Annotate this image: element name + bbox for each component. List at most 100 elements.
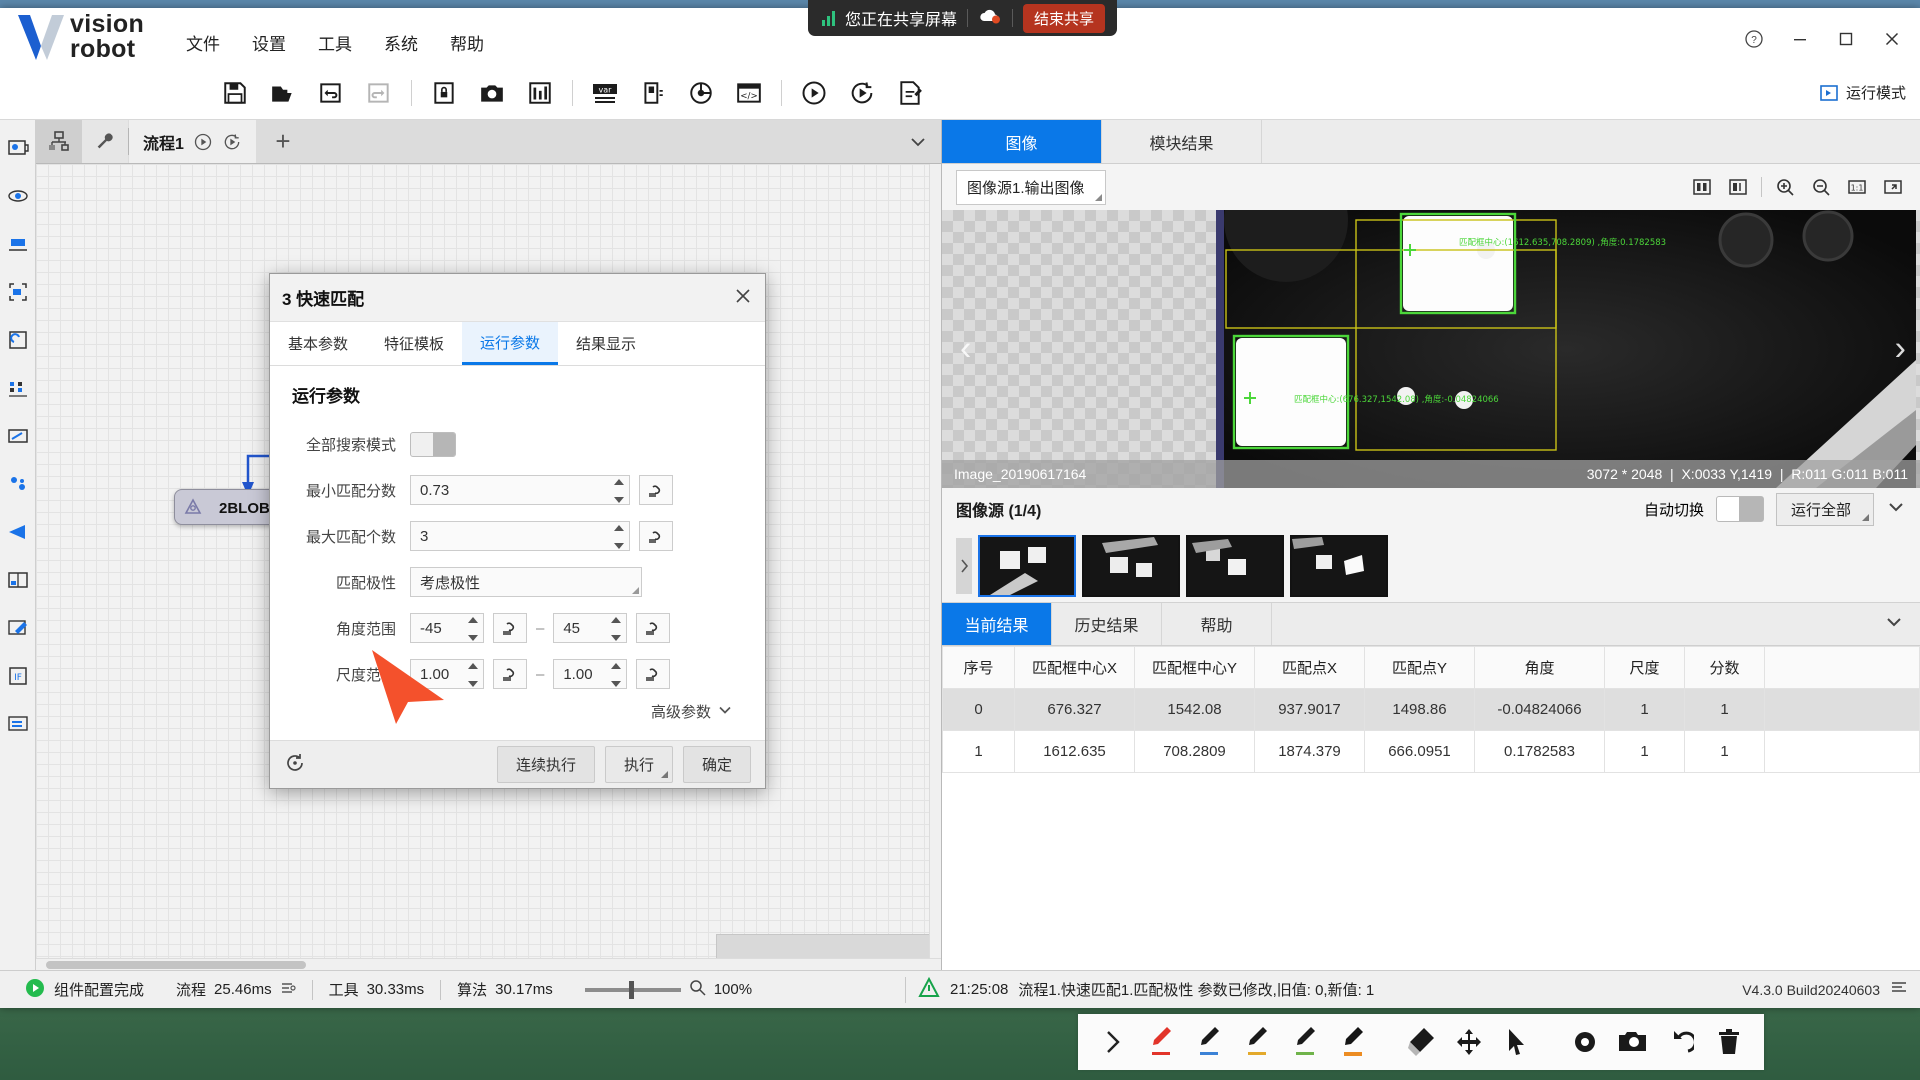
rail-icon-condition[interactable]: IF — [1, 652, 35, 700]
run-mode-button[interactable]: 运行模式 — [1819, 82, 1906, 103]
lock-icon[interactable] — [421, 72, 467, 114]
rail-icon-fitting[interactable] — [1, 412, 35, 460]
reset-icon[interactable] — [284, 752, 306, 778]
pointer-icon[interactable] — [1496, 1020, 1538, 1064]
rail-icon-display[interactable] — [1, 556, 35, 604]
tab-current-results[interactable]: 当前结果 — [942, 603, 1052, 645]
thumbnail-2[interactable] — [1082, 535, 1180, 597]
script-icon[interactable]: </> — [726, 72, 772, 114]
canvas-vertical-scrollbar[interactable] — [929, 164, 941, 958]
undo-icon[interactable] — [308, 72, 354, 114]
angle-max-input[interactable]: 45 — [553, 613, 628, 643]
canvas-horizontal-scrollbar[interactable] — [36, 958, 941, 970]
menu-file[interactable]: 文件 — [170, 26, 236, 59]
wrench-icon[interactable] — [82, 120, 128, 163]
tab-image[interactable]: 图像 — [942, 120, 1102, 163]
tab-history-results[interactable]: 历史结果 — [1052, 603, 1162, 645]
rail-icon-communication[interactable] — [1, 508, 35, 556]
end-share-button[interactable]: 结束共享 — [1023, 3, 1106, 33]
thumbnail-1[interactable] — [978, 535, 1076, 597]
eraser-icon[interactable] — [1400, 1020, 1442, 1064]
confirm-button[interactable]: 确定 — [682, 746, 751, 783]
angle-min-input[interactable]: -45 — [410, 613, 484, 643]
redo-icon[interactable] — [356, 72, 402, 114]
thumbnail-4[interactable] — [1290, 535, 1388, 597]
tab-basic-params[interactable]: 基本参数 — [270, 322, 366, 365]
help-circle-icon[interactable]: ? — [1732, 22, 1776, 56]
link-chain-icon[interactable] — [639, 521, 673, 551]
run-icon[interactable] — [24, 977, 46, 1003]
close-icon[interactable] — [1870, 22, 1914, 56]
run-icon[interactable] — [791, 72, 837, 114]
trash-icon[interactable] — [1708, 1020, 1750, 1064]
fullscreen-icon[interactable] — [1880, 174, 1906, 200]
flow-tab-1[interactable]: 流程1 — [129, 120, 256, 163]
table-row[interactable]: 1 1612.635 708.2809 1874.379 666.0951 0.… — [942, 730, 1920, 773]
spinner-icon[interactable] — [613, 525, 625, 549]
menu-help[interactable]: 帮助 — [434, 26, 500, 59]
report-icon[interactable] — [887, 72, 933, 114]
rail-icon-logic[interactable] — [1, 460, 35, 508]
menu-settings[interactable]: 设置 — [236, 26, 302, 59]
menu-system[interactable]: 系统 — [368, 26, 434, 59]
device-icon[interactable] — [630, 72, 676, 114]
scale-min-input[interactable]: 1.00 — [410, 659, 484, 689]
histogram-icon[interactable] — [517, 72, 563, 114]
chevron-left-icon[interactable]: ‹ — [960, 330, 971, 369]
tab-help[interactable]: 帮助 — [1162, 603, 1272, 645]
scale-max-input[interactable]: 1.00 — [553, 659, 628, 689]
thumbnail-3[interactable] — [1186, 535, 1284, 597]
rail-icon-region[interactable] — [1, 268, 35, 316]
image-source-selector[interactable]: 图像源1.输出图像 — [956, 169, 1106, 205]
spinner-icon[interactable] — [610, 663, 622, 687]
fit-view-icon[interactable] — [1725, 174, 1751, 200]
rail-icon-calibrate[interactable] — [1, 364, 35, 412]
min-score-input[interactable]: 0.73 — [410, 475, 630, 505]
add-flow-tab-button[interactable]: + — [255, 120, 310, 163]
spotlight-icon[interactable] — [1564, 1020, 1606, 1064]
continuous-run-button[interactable]: 连续执行 — [496, 746, 595, 783]
tab-run-params[interactable]: 运行参数 — [462, 322, 559, 365]
camera-icon[interactable] — [469, 72, 515, 114]
auto-switch-toggle[interactable] — [1715, 496, 1764, 522]
max-count-input[interactable]: 3 — [410, 521, 630, 551]
rail-icon-measure[interactable] — [1, 220, 35, 268]
zoom-out-icon[interactable] — [1808, 174, 1834, 200]
move-icon[interactable] — [1448, 1020, 1490, 1064]
variable-icon[interactable]: var — [582, 72, 628, 114]
open-folder-icon[interactable] — [260, 72, 306, 114]
tab-module-results[interactable]: 模块结果 — [1102, 120, 1262, 163]
minimize-icon[interactable] — [1778, 22, 1822, 56]
close-icon[interactable] — [733, 286, 753, 310]
pen-blue-icon[interactable] — [1188, 1020, 1230, 1064]
run-button[interactable]: 执行 — [604, 746, 673, 783]
flowchart-icon[interactable] — [36, 120, 82, 163]
maximize-icon[interactable] — [1824, 22, 1868, 56]
list-icon[interactable] — [1890, 979, 1908, 1001]
rail-icon-edit[interactable] — [1, 604, 35, 652]
link-chain-icon[interactable] — [493, 613, 527, 643]
run-loop-icon[interactable] — [839, 72, 885, 114]
highlighter-orange-icon[interactable] — [1332, 1020, 1374, 1064]
calibration-icon[interactable] — [678, 72, 724, 114]
tab-result-display[interactable]: 结果显示 — [558, 322, 654, 365]
link-chain-icon[interactable] — [636, 659, 671, 689]
image-viewer[interactable]: 匹配框中心:(1612.635,708.2809) ,角度:0.1782583 … — [942, 210, 1920, 488]
zoom-in-icon[interactable] — [1772, 174, 1798, 200]
link-chain-icon[interactable] — [639, 475, 673, 505]
spinner-icon[interactable] — [467, 663, 479, 687]
spinner-icon[interactable] — [610, 617, 622, 641]
spinner-icon[interactable] — [613, 479, 625, 503]
run-icon[interactable] — [193, 132, 213, 152]
rail-icon-recognition[interactable] — [1, 316, 35, 364]
search-all-toggle[interactable] — [410, 431, 456, 457]
undo-icon[interactable] — [1660, 1020, 1702, 1064]
save-icon[interactable] — [212, 72, 258, 114]
cloud-record-icon[interactable] — [978, 7, 1002, 30]
run-loop-icon[interactable] — [222, 132, 242, 152]
tab-feature-template[interactable]: 特征模板 — [366, 322, 462, 365]
split-view-icon[interactable] — [1689, 174, 1715, 200]
rail-icon-locate[interactable] — [1, 172, 35, 220]
advanced-params-toggle[interactable]: 高级参数 — [292, 697, 743, 732]
rail-icon-flow[interactable] — [1, 700, 35, 748]
